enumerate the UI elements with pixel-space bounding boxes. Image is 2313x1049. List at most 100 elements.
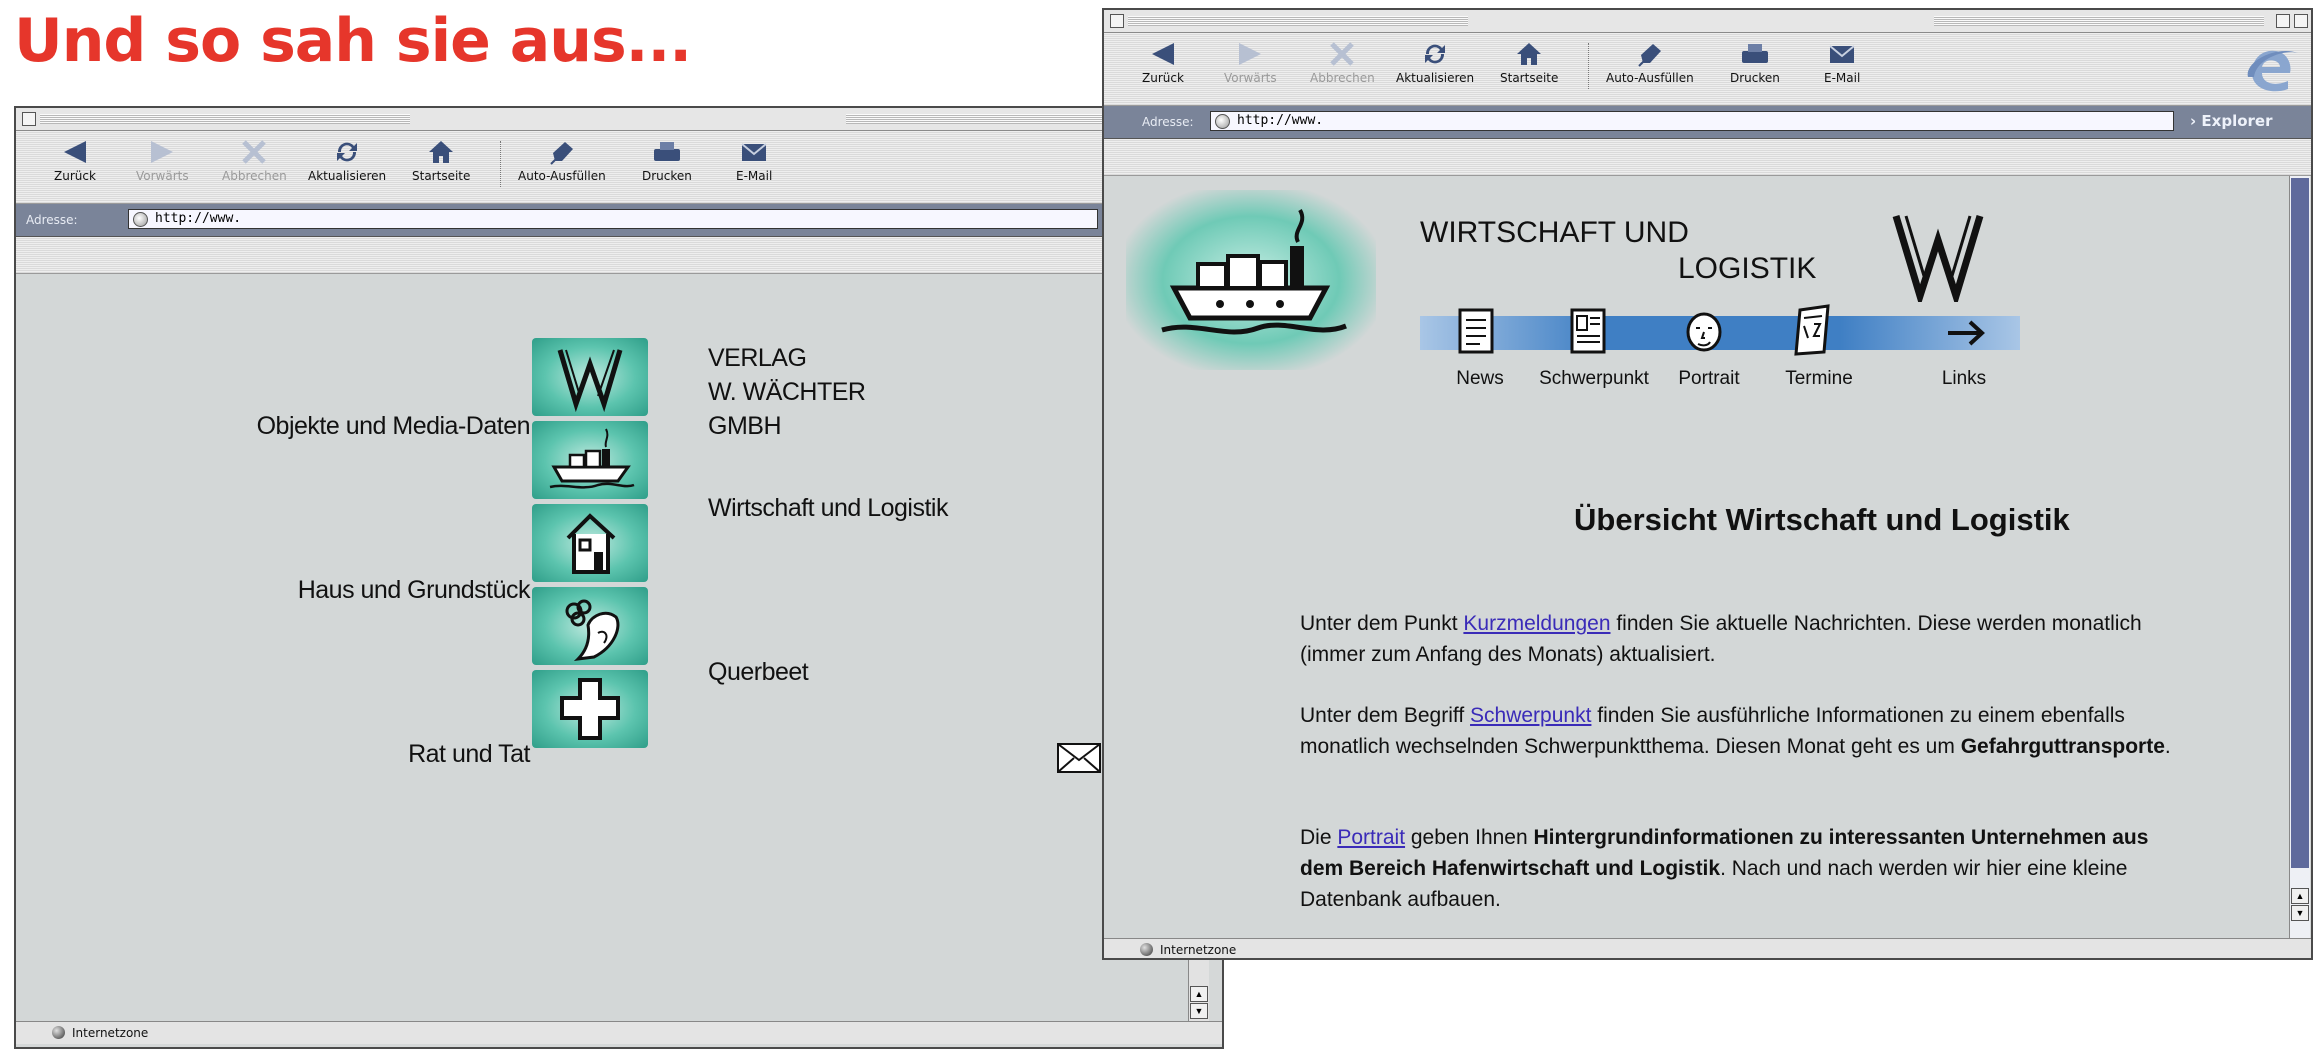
back-button[interactable]: Zurück xyxy=(54,139,96,183)
address-label: Adresse: xyxy=(1142,115,1194,129)
back-button[interactable]: Zurück xyxy=(1142,41,1184,85)
autofill-button[interactable]: Auto-Ausfüllen xyxy=(1606,41,1694,85)
nav-item-links[interactable]: Links xyxy=(1924,368,2004,390)
nav-link-haus[interactable]: Haus und Grundstück xyxy=(298,576,531,605)
printer-icon xyxy=(653,142,680,161)
autofill-pen-icon xyxy=(1638,44,1661,67)
address-bar: Adresse: http://www. › Explorer xyxy=(1104,106,2311,139)
schwerpunkt-document-icon[interactable] xyxy=(1568,306,1608,356)
w-logo-icon xyxy=(557,349,623,413)
portrait-face-icon[interactable] xyxy=(1682,308,1726,354)
refresh-button[interactable]: Aktualisieren xyxy=(308,139,386,183)
home-button[interactable]: Startseite xyxy=(1500,41,1558,85)
scroll-thumb[interactable] xyxy=(2291,178,2309,868)
mail-envelope-icon xyxy=(1829,45,1855,63)
refresh-icon xyxy=(1425,44,1446,64)
autofill-button[interactable]: Auto-Ausfüllen xyxy=(518,139,606,183)
url-globe-icon xyxy=(1215,114,1230,129)
toolbar: Zurück Vorwärts Abbrechen Aktualisieren … xyxy=(1104,33,2311,106)
stop-x-icon xyxy=(242,140,267,164)
ship-icon xyxy=(1161,209,1347,335)
link-schwerpunkt[interactable]: Schwerpunkt xyxy=(1470,704,1591,727)
close-box[interactable] xyxy=(1110,14,1124,28)
stop-button[interactable]: Abbrechen xyxy=(1310,41,1375,85)
browser-window-right: Zurück Vorwärts Abbrechen Aktualisieren … xyxy=(1102,8,2313,960)
favorites-bar xyxy=(16,237,1222,274)
status-zone-text: Internetzone xyxy=(72,1026,149,1040)
home-icon xyxy=(1517,43,1542,65)
refresh-button[interactable]: Aktualisieren xyxy=(1396,41,1474,85)
section-logo-line1: WIRTSCHAFT UND xyxy=(1420,216,1689,249)
collapse-box[interactable] xyxy=(2294,14,2308,28)
page-heading: Übersicht Wirtschaft und Logistik xyxy=(1574,502,2070,537)
forward-button[interactable]: Vorwärts xyxy=(136,139,189,183)
nav-link-querbeet[interactable]: Querbeet xyxy=(708,658,809,687)
paragraph-schwerpunkt: Unter dem Begriff Schwerpunkt finden Sie… xyxy=(1300,704,2171,758)
favorites-bar xyxy=(1104,139,2311,176)
house-icon xyxy=(566,513,616,574)
home-icon xyxy=(429,141,454,163)
nav-link-rat-tat[interactable]: Rat und Tat xyxy=(408,740,530,769)
address-bar: Adresse: http://www. xyxy=(16,204,1222,237)
printer-icon xyxy=(1741,44,1768,63)
scroll-up-button[interactable]: ▲ xyxy=(2291,888,2309,904)
nav-link-wirtschaft[interactable]: Wirtschaft und Logistik xyxy=(708,494,949,523)
scroll-down-button[interactable]: ▼ xyxy=(1190,1003,1208,1019)
logistics-tile[interactable] xyxy=(532,421,648,499)
explorer-e-logo-icon xyxy=(2247,50,2298,92)
status-zone-text: Internetzone xyxy=(1160,943,1237,957)
nav-item-schwerpunkt[interactable]: Schwerpunkt xyxy=(1534,368,1654,390)
zone-globe-icon xyxy=(1140,943,1153,956)
section-logo-line2: LOGISTIK xyxy=(1678,252,1817,285)
print-button[interactable]: Drucken xyxy=(1730,41,1780,85)
mail-envelope-icon xyxy=(741,143,767,161)
link-portrait[interactable]: Portrait xyxy=(1337,826,1405,849)
link-kurzmeldungen[interactable]: Kurzmeldungen xyxy=(1463,612,1610,635)
close-box[interactable] xyxy=(22,112,36,126)
autofill-pen-icon xyxy=(550,142,573,165)
forward-arrow-icon xyxy=(1239,43,1262,65)
house-tile[interactable] xyxy=(532,504,648,582)
forward-button[interactable]: Vorwärts xyxy=(1224,41,1277,85)
ship-graphic xyxy=(1126,190,1376,370)
vertical-scrollbar[interactable]: ▲ ▼ xyxy=(2289,176,2310,938)
zone-globe-icon xyxy=(52,1026,65,1039)
toolbar: Zurück Vorwärts Abbrechen Aktualisieren … xyxy=(16,131,1222,204)
title-bar[interactable] xyxy=(1104,10,2311,33)
publisher-name-line1: VERLAG xyxy=(708,344,807,372)
scroll-down-button[interactable]: ▼ xyxy=(2291,905,2309,921)
forward-arrow-icon xyxy=(151,141,174,163)
rat-tat-tile[interactable] xyxy=(532,670,648,748)
nav-link-objekte[interactable]: Objekte und Media-Daten xyxy=(257,412,531,441)
news-list-icon[interactable] xyxy=(1456,306,1496,356)
nav-item-termine[interactable]: Termine xyxy=(1774,368,1864,390)
title-bar[interactable] xyxy=(16,108,1222,131)
url-field[interactable]: http://www. xyxy=(128,209,1098,229)
print-button[interactable]: Drucken xyxy=(642,139,692,183)
nav-item-news[interactable]: News xyxy=(1440,368,1520,390)
publisher-logo-tile[interactable] xyxy=(532,338,648,416)
address-label: Adresse: xyxy=(26,213,78,227)
scroll-up-button[interactable]: ▲ xyxy=(1190,986,1208,1002)
termine-calendar-icon[interactable] xyxy=(1792,304,1832,356)
mail-button[interactable]: E-Mail xyxy=(736,139,772,183)
querbeet-tile[interactable] xyxy=(532,587,648,665)
mail-button[interactable]: E-Mail xyxy=(1824,41,1860,85)
stop-button[interactable]: Abbrechen xyxy=(222,139,287,183)
home-button[interactable]: Startseite xyxy=(412,139,470,183)
page-content: WIRTSCHAFT UND LOGISTIK News Schwerpunkt… xyxy=(1104,176,2289,938)
nav-item-portrait[interactable]: Portrait xyxy=(1664,368,1754,390)
page-headline: Und so sah sie aus... xyxy=(14,6,692,76)
paragraph-news: Unter dem Punkt Kurzmeldungen finden Sie… xyxy=(1300,612,2142,666)
links-arrow-icon[interactable] xyxy=(1944,316,1988,350)
cross-icon xyxy=(560,678,620,740)
bird-flower-icon xyxy=(565,599,620,662)
explorer-bar-tab[interactable]: › Explorer xyxy=(2190,112,2272,130)
refresh-icon xyxy=(337,142,358,162)
back-arrow-icon xyxy=(63,141,86,163)
paragraph-portrait: Die Portrait geben Ihnen Hintergrundinfo… xyxy=(1300,826,2149,911)
url-field[interactable]: http://www. xyxy=(1210,111,2174,131)
zoom-box[interactable] xyxy=(2276,14,2290,28)
mail-envelope-icon[interactable] xyxy=(1056,742,1102,774)
status-bar: Internetzone xyxy=(1104,938,2311,958)
